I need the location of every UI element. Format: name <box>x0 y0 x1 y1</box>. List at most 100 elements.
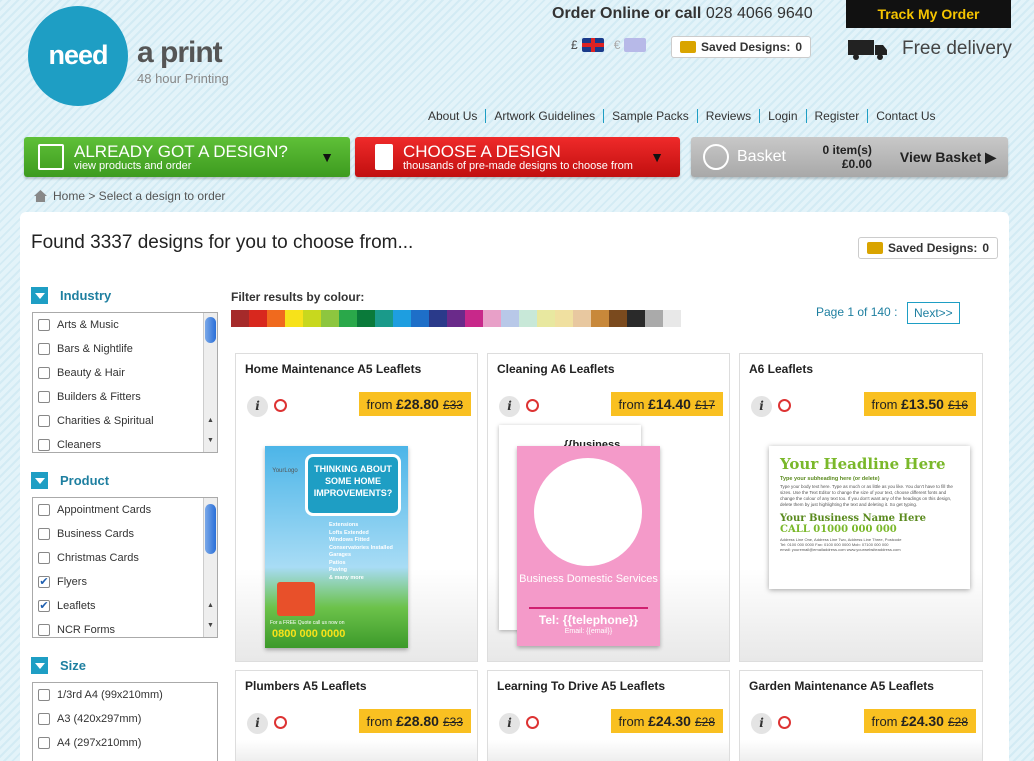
colour-swatch[interactable] <box>609 310 627 327</box>
filter-row[interactable]: ✔ Flyers <box>33 570 217 594</box>
size-filter-header[interactable]: Size <box>31 657 86 674</box>
design-thumbnail[interactable]: YourLogo THINKING ABOUT SOME HOME IMPROV… <box>265 446 408 648</box>
collapse-icon[interactable] <box>31 657 48 674</box>
nav-artwork[interactable]: Artwork Guidelines <box>485 109 603 123</box>
design-card[interactable]: Plumbers A5 Leaflets i from £28.80 £33 <box>235 670 478 761</box>
info-icon[interactable]: i <box>499 713 520 734</box>
scroll-up-icon[interactable]: ▲ <box>207 602 214 609</box>
zoom-icon[interactable] <box>526 399 539 412</box>
design-card[interactable]: Home Maintenance A5 Leaflets i from £28.… <box>235 353 478 662</box>
design-thumbnail[interactable]: Your Headline Here Type your subheading … <box>769 446 970 589</box>
checkbox[interactable] <box>38 737 50 749</box>
colour-swatch[interactable] <box>321 310 339 327</box>
colour-swatch[interactable] <box>429 310 447 327</box>
checkbox[interactable] <box>38 689 50 701</box>
checkbox[interactable] <box>38 552 50 564</box>
nav-about[interactable]: About Us <box>420 109 485 123</box>
filter-row[interactable]: 1/3rd A4 (99x210mm) <box>33 683 217 707</box>
colour-swatch[interactable] <box>231 310 249 327</box>
checkbox-checked[interactable]: ✔ <box>38 576 50 588</box>
colour-swatch[interactable] <box>591 310 609 327</box>
info-icon[interactable]: i <box>499 396 520 417</box>
checkbox[interactable] <box>38 528 50 540</box>
nav-login[interactable]: Login <box>759 109 805 123</box>
zoom-icon[interactable] <box>274 716 287 729</box>
nav-reviews[interactable]: Reviews <box>696 109 759 123</box>
filter-row[interactable]: NCR Forms <box>33 618 217 637</box>
filter-row[interactable]: Cleaners <box>33 433 217 452</box>
colour-swatch[interactable] <box>555 310 573 327</box>
filter-row[interactable]: Charities & Spiritual <box>33 409 217 433</box>
info-icon[interactable]: i <box>751 396 772 417</box>
colour-swatch[interactable] <box>537 310 555 327</box>
colour-swatch[interactable] <box>645 310 663 327</box>
colour-swatch[interactable] <box>375 310 393 327</box>
filter-row[interactable]: Arts & Music <box>33 313 217 337</box>
colour-swatch[interactable] <box>267 310 285 327</box>
filter-row[interactable]: Builders & Fitters <box>33 385 217 409</box>
design-card[interactable]: Garden Maintenance A5 Leaflets i from £2… <box>739 670 983 761</box>
colour-swatch[interactable] <box>249 310 267 327</box>
colour-swatch[interactable] <box>411 310 429 327</box>
product-filter-header[interactable]: Product <box>31 472 109 489</box>
checkbox[interactable] <box>38 343 50 355</box>
uk-flag-icon[interactable] <box>581 38 604 52</box>
scroll-thumb[interactable] <box>205 504 216 554</box>
nav-register[interactable]: Register <box>805 109 868 123</box>
checkbox[interactable] <box>38 439 50 451</box>
zoom-icon[interactable] <box>526 716 539 729</box>
checkbox[interactable] <box>38 713 50 725</box>
colour-swatch[interactable] <box>573 310 591 327</box>
colour-swatch[interactable] <box>393 310 411 327</box>
design-card[interactable]: A6 Leaflets i from £13.50 £16 Your Headli… <box>739 353 983 662</box>
collapse-icon[interactable] <box>31 287 48 304</box>
next-page-button[interactable]: Next>> <box>907 302 960 324</box>
scrollbar[interactable]: ▲ ▼ <box>203 313 217 452</box>
filter-row[interactable]: Business Cards <box>33 522 217 546</box>
colour-swatch[interactable] <box>447 310 465 327</box>
info-icon[interactable]: i <box>751 713 772 734</box>
zoom-icon[interactable] <box>274 399 287 412</box>
colour-swatch[interactable] <box>627 310 645 327</box>
colour-swatch[interactable] <box>465 310 483 327</box>
design-card[interactable]: Learning To Drive A5 Leaflets i from £24… <box>487 670 730 761</box>
scroll-thumb[interactable] <box>205 317 216 343</box>
checkbox[interactable] <box>38 415 50 427</box>
eu-flag-icon[interactable] <box>624 38 647 52</box>
scrollbar[interactable]: ▲ ▼ <box>203 498 217 637</box>
design-card[interactable]: Cleaning A6 Leaflets i from £14.40 £17 {{… <box>487 353 730 662</box>
nav-contact[interactable]: Contact Us <box>867 109 943 123</box>
scroll-down-icon[interactable]: ▼ <box>207 622 214 629</box>
view-basket-link[interactable]: View Basket ▶ <box>900 149 996 166</box>
info-icon[interactable]: i <box>247 396 268 417</box>
filter-row[interactable]: A3 (420x297mm) <box>33 707 217 731</box>
colour-swatch[interactable] <box>285 310 303 327</box>
colour-swatch[interactable] <box>303 310 321 327</box>
zoom-icon[interactable] <box>778 399 791 412</box>
colour-swatch[interactable] <box>483 310 501 327</box>
filter-row[interactable]: Bars & Nightlife <box>33 337 217 361</box>
saved-designs-header[interactable]: Saved Designs: 0 <box>671 36 812 58</box>
colour-swatch[interactable] <box>339 310 357 327</box>
colour-swatch[interactable] <box>663 310 681 327</box>
checkbox[interactable] <box>38 391 50 403</box>
filter-row[interactable]: Appointment Cards <box>33 498 217 522</box>
filter-row[interactable]: ✔ Leaflets <box>33 594 217 618</box>
filter-row[interactable]: Christmas Cards <box>33 546 217 570</box>
info-icon[interactable]: i <box>247 713 268 734</box>
home-icon[interactable] <box>34 190 47 202</box>
colour-swatch[interactable] <box>519 310 537 327</box>
scroll-up-icon[interactable]: ▲ <box>207 417 214 424</box>
choose-design-button[interactable]: CHOOSE A DESIGN thousands of pre-made des… <box>355 137 680 177</box>
filter-row[interactable]: Beauty & Hair <box>33 361 217 385</box>
filter-row[interactable]: A4 (297x210mm) <box>33 731 217 755</box>
saved-designs-main[interactable]: Saved Designs: 0 <box>858 237 999 259</box>
checkbox[interactable] <box>38 367 50 379</box>
checkbox[interactable] <box>38 319 50 331</box>
basket-button[interactable]: Basket 0 item(s) £0.00 View Basket ▶ <box>691 137 1008 177</box>
scroll-down-icon[interactable]: ▼ <box>207 437 214 444</box>
design-thumbnail[interactable]: Business Domestic Services Tel: {{teleph… <box>517 446 660 646</box>
nav-sample-packs[interactable]: Sample Packs <box>603 109 697 123</box>
zoom-icon[interactable] <box>778 716 791 729</box>
colour-swatch[interactable] <box>501 310 519 327</box>
